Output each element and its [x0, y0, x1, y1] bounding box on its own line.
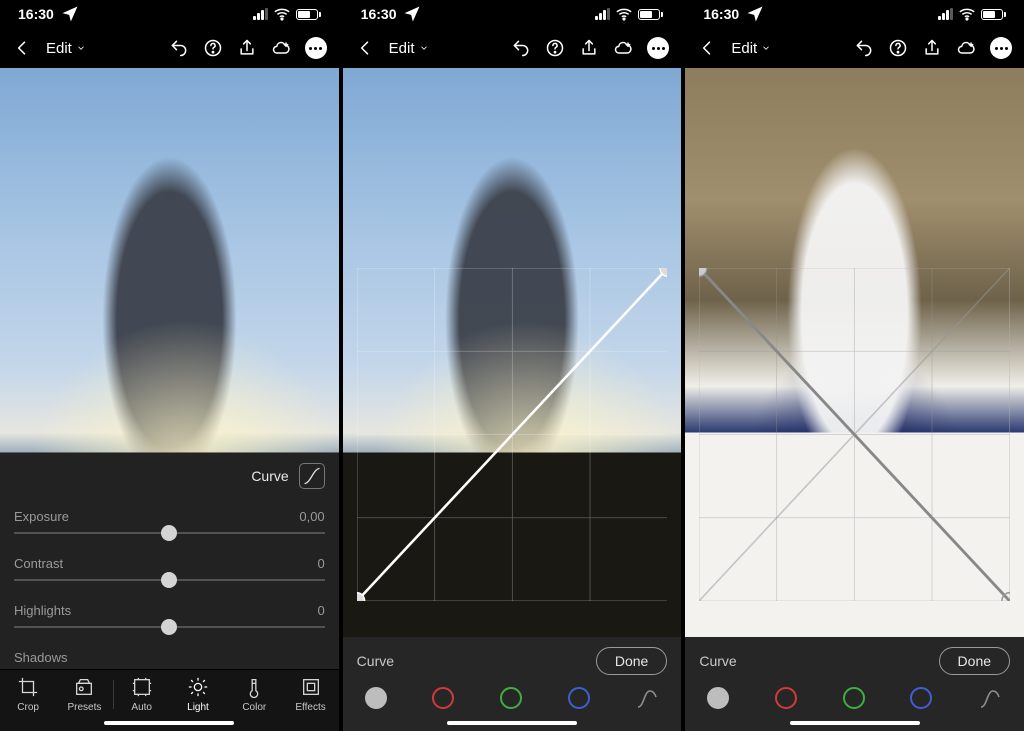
share-icon[interactable] [237, 38, 257, 58]
done-button[interactable]: Done [596, 647, 667, 675]
status-bar: 16:30 [685, 0, 1024, 28]
battery-icon [981, 9, 1006, 20]
curve-chart-inverted[interactable] [699, 268, 1010, 601]
location-icon [402, 4, 422, 24]
top-toolbar: Edit [685, 28, 1024, 68]
tone-curve-editor[interactable] [357, 268, 668, 601]
more-icon[interactable] [647, 37, 669, 59]
done-button[interactable]: Done [939, 647, 1010, 675]
channel-green[interactable] [843, 687, 865, 709]
curve-bottom-panel: Curve Done [685, 637, 1024, 731]
cellular-signal-icon [938, 8, 953, 20]
channel-blue[interactable] [568, 687, 590, 709]
contrast-slider[interactable] [14, 579, 325, 581]
status-bar: 16:30 [0, 0, 339, 28]
top-toolbar: Edit [343, 28, 682, 68]
tab-auto[interactable]: Auto [114, 676, 170, 713]
tab-light[interactable]: Light [170, 676, 226, 713]
wifi-icon [272, 4, 292, 24]
location-icon [60, 4, 80, 24]
screenshot-3: 16:30 Edit [685, 0, 1024, 731]
wifi-icon [957, 4, 977, 24]
undo-icon[interactable] [169, 38, 189, 58]
highlights-slider[interactable] [14, 626, 325, 628]
slider-highlights: Highlights0 [0, 593, 339, 640]
home-indicator[interactable] [104, 721, 234, 725]
curve-bottom-panel: Curve Done [343, 637, 682, 731]
help-icon[interactable] [203, 38, 223, 58]
home-indicator[interactable] [447, 721, 577, 725]
tab-effects[interactable]: Effects [282, 676, 338, 713]
edit-dropdown[interactable]: Edit [731, 40, 771, 57]
help-icon[interactable] [545, 38, 565, 58]
undo-icon[interactable] [511, 38, 531, 58]
back-icon[interactable] [12, 38, 32, 58]
location-icon [745, 4, 765, 24]
status-bar: 16:30 [343, 0, 682, 28]
light-panel: Curve Exposure0,00 Contrast0 Highlights0… [0, 453, 339, 731]
share-icon[interactable] [922, 38, 942, 58]
tab-crop[interactable]: Crop [0, 676, 56, 713]
curve-label: Curve [357, 653, 394, 669]
help-icon[interactable] [888, 38, 908, 58]
cloud-add-icon[interactable] [271, 38, 291, 58]
parametric-curve-icon[interactable] [635, 687, 659, 709]
edit-dropdown[interactable]: Edit [46, 40, 86, 57]
curve-button-label: Curve [251, 468, 288, 484]
edit-dropdown[interactable]: Edit [389, 40, 429, 57]
share-icon[interactable] [579, 38, 599, 58]
cloud-add-icon[interactable] [956, 38, 976, 58]
status-time: 16:30 [361, 6, 397, 22]
tone-curve-editor[interactable] [699, 268, 1010, 601]
slider-shadows: Shadows0 [0, 640, 339, 669]
slider-exposure: Exposure0,00 [0, 499, 339, 546]
cloud-add-icon[interactable] [613, 38, 633, 58]
top-toolbar: Edit [0, 28, 339, 68]
channel-selector [699, 687, 1010, 709]
photo-canvas[interactable]: Curve Exposure0,00 Contrast0 Highlights0… [0, 68, 339, 731]
channel-rgb[interactable] [365, 687, 387, 709]
back-icon[interactable] [355, 38, 375, 58]
tab-color[interactable]: Color [226, 676, 282, 713]
exposure-slider[interactable] [14, 532, 325, 534]
channel-red[interactable] [775, 687, 797, 709]
channel-red[interactable] [432, 687, 454, 709]
back-icon[interactable] [697, 38, 717, 58]
photo-canvas[interactable]: Curve Done [685, 68, 1024, 731]
slider-contrast: Contrast0 [0, 546, 339, 593]
channel-rgb[interactable] [707, 687, 729, 709]
parametric-curve-icon[interactable] [978, 687, 1002, 709]
cellular-signal-icon [253, 8, 268, 20]
undo-icon[interactable] [854, 38, 874, 58]
screenshot-1: 16:30 Edit Curve [0, 0, 339, 731]
photo-canvas[interactable]: Curve Done [343, 68, 682, 731]
home-indicator[interactable] [790, 721, 920, 725]
channel-green[interactable] [500, 687, 522, 709]
status-time: 16:30 [18, 6, 54, 22]
tab-presets[interactable]: Presets [56, 676, 112, 713]
screenshot-2: 16:30 Edit [343, 0, 682, 731]
channel-blue[interactable] [910, 687, 932, 709]
wifi-icon [614, 4, 634, 24]
more-icon[interactable] [305, 37, 327, 59]
cellular-signal-icon [595, 8, 610, 20]
more-icon[interactable] [990, 37, 1012, 59]
battery-icon [296, 9, 321, 20]
channel-selector [357, 687, 668, 709]
curve-icon[interactable] [299, 463, 325, 489]
battery-icon [638, 9, 663, 20]
curve-label: Curve [699, 653, 736, 669]
curve-chart-normal[interactable] [357, 268, 668, 601]
status-time: 16:30 [703, 6, 739, 22]
